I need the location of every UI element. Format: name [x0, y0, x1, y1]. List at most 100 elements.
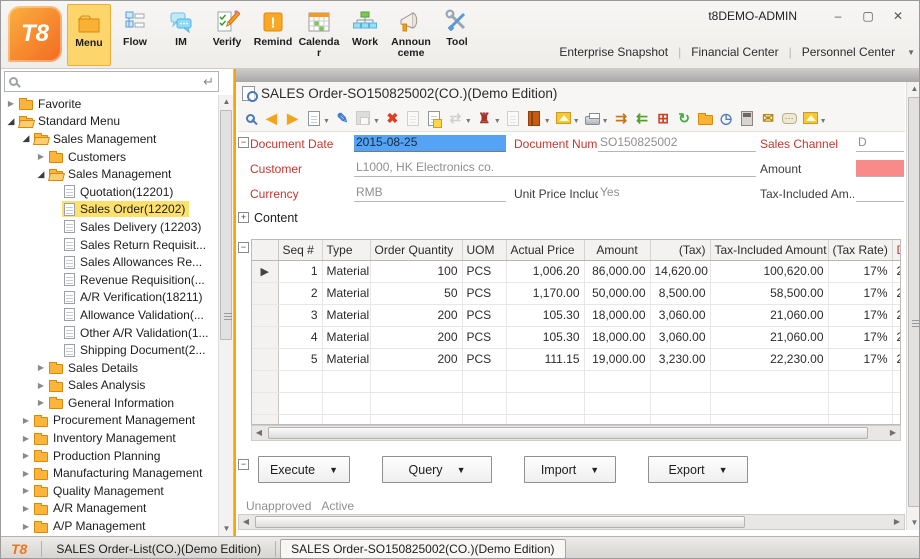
tree-expander-icon[interactable]: ▶	[35, 363, 47, 372]
tree-expander-icon[interactable]: ▶	[35, 152, 47, 161]
tree-item-sales-details[interactable]: ▶Sales Details	[1, 359, 218, 377]
grid-cell[interactable]: 21,060.00	[710, 304, 828, 326]
grid-cell[interactable]: 3,230.00	[650, 348, 710, 370]
grid-cell[interactable]: 22,230.00	[710, 348, 828, 370]
grid-cell[interactable]: PCS	[462, 304, 506, 326]
new-document-icon[interactable]	[304, 109, 323, 128]
taskbar-tab-2[interactable]: SALES Order-SO150825002(CO.)(Demo Editio…	[280, 539, 565, 559]
tree-item-production-planning[interactable]: ▶Production Planning	[1, 447, 218, 465]
tree-expander-icon[interactable]: ▶	[20, 522, 32, 531]
print-icon-dropdown[interactable]: ▼	[602, 118, 609, 125]
export-image-icon[interactable]	[554, 109, 573, 128]
flow-chart-icon[interactable]: ⊞	[654, 109, 673, 128]
report-icon[interactable]	[801, 109, 820, 128]
tree-item-a-p-management[interactable]: ▶A/P Management	[1, 517, 218, 535]
grid-cell[interactable]: 2	[892, 282, 901, 304]
quick-link-personnel-center[interactable]: Personnel Center	[792, 45, 905, 59]
tree-expander-icon[interactable]: ▶	[20, 434, 32, 443]
copy-forward-icon[interactable]: ⇉	[612, 109, 631, 128]
grid-data-row[interactable]: ▶1Material100PCS1,006.2086,000.0014,620.…	[252, 260, 901, 282]
forward-icon[interactable]: ▶	[283, 109, 302, 128]
ribbon-button-announceme[interactable]: Announceme	[389, 4, 433, 66]
grid-column-header[interactable]: (Tax)	[650, 240, 710, 260]
ribbon-button-remind[interactable]: !Remind	[251, 4, 295, 66]
grid-cell[interactable]: 1,170.00	[506, 282, 584, 304]
tree-item-sales-return-requisit[interactable]: Sales Return Requisit...	[1, 236, 218, 254]
tree-item-shipping-document-2[interactable]: Shipping Document(2...	[1, 341, 218, 359]
preview-icon[interactable]	[241, 109, 260, 128]
grid-cell[interactable]: Material	[322, 282, 370, 304]
grid-cell[interactable]: Material	[322, 260, 370, 282]
grid-cell[interactable]: 8,500.00	[650, 282, 710, 304]
grid-cell[interactable]: 86,000.00	[584, 260, 650, 282]
search-enter-icon[interactable]: ↵	[203, 74, 214, 90]
grid-cell[interactable]: 17%	[828, 260, 892, 282]
tree-item-sales-delivery-12203[interactable]: Sales Delivery (12203)	[1, 218, 218, 236]
grid-horizontal-scrollbar[interactable]: ◀ ▶	[251, 425, 901, 441]
grid-cell[interactable]: 50,000.00	[584, 282, 650, 304]
ribbon-button-flow[interactable]: Flow	[113, 4, 157, 66]
grid-cell[interactable]: Material	[322, 326, 370, 348]
tree-item-favorite[interactable]: ▶Favorite	[1, 95, 218, 113]
grid-cell[interactable]: 2	[892, 348, 901, 370]
collapse-grid-icon[interactable]: −	[238, 242, 249, 253]
tree-item-standard-menu[interactable]: ◢Standard Menu	[1, 113, 218, 131]
tree-item-sales-analysis[interactable]: ▶Sales Analysis	[1, 377, 218, 395]
grid-data-row[interactable]: 3Material200PCS105.3018,000.003,060.0021…	[252, 304, 901, 326]
grid-data-row[interactable]: 2Material50PCS1,170.0050,000.008,500.005…	[252, 282, 901, 304]
copy-back-icon[interactable]: ⇇	[633, 109, 652, 128]
grid-cell[interactable]: 5	[278, 348, 322, 370]
grid-cell[interactable]: 200	[370, 304, 462, 326]
sidebar-scrollbar[interactable]: ▲ ▼	[218, 95, 233, 536]
grid-cell[interactable]: Material	[322, 348, 370, 370]
field-value-customer[interactable]: L1000, HK Electronics co.	[354, 160, 756, 177]
grid-cell[interactable]: 4	[278, 326, 322, 348]
grid-cell[interactable]: 200	[370, 326, 462, 348]
refresh-icon[interactable]: ↻	[675, 109, 694, 128]
field-value-amount[interactable]	[856, 160, 904, 177]
tree-item-revenue-requisition[interactable]: Revenue Requisition(...	[1, 271, 218, 289]
grid-cell[interactable]: 105.30	[506, 304, 584, 326]
collapse-header-icon[interactable]: −	[238, 137, 249, 148]
tree-item-a-r-management[interactable]: ▶A/R Management	[1, 500, 218, 518]
grid-cell[interactable]: 2	[892, 304, 901, 326]
tree-expander-icon[interactable]: ▶	[20, 416, 32, 425]
t8-app-logo[interactable]: T8	[8, 6, 62, 62]
export-dropdown-icon[interactable]: ▼	[719, 465, 728, 475]
import-dropdown-icon[interactable]: ▼	[590, 465, 599, 475]
tree-expander-icon[interactable]: ▶	[20, 451, 32, 460]
tree-expander-icon[interactable]: ▶	[35, 381, 47, 390]
grid-cell[interactable]: 100,620.00	[710, 260, 828, 282]
tree-item-sales-management[interactable]: ◢Sales Management	[1, 165, 218, 183]
tree-item-manufacturing-management[interactable]: ▶Manufacturing Management	[1, 464, 218, 482]
ribbon-button-menu[interactable]: Menu	[67, 4, 111, 66]
tree-expander-icon[interactable]: ▶	[20, 486, 32, 495]
archive-book-icon[interactable]	[525, 109, 544, 128]
grid-cell[interactable]: 1,006.20	[506, 260, 584, 282]
grid-cell[interactable]: 2	[278, 282, 322, 304]
message-icon[interactable]: ⋯	[780, 109, 799, 128]
tree-item-sales-allowances-re[interactable]: Sales Allowances Re...	[1, 253, 218, 271]
stamp-approve-icon[interactable]: ♜	[475, 109, 494, 128]
field-value-currency[interactable]: RMB	[354, 185, 506, 202]
import-button[interactable]: Import▼	[524, 456, 616, 483]
panel-vertical-scrollbar[interactable]: ▲ ▼	[906, 82, 920, 530]
taskbar-tab-1[interactable]: SALES Order-List(CO.)(Demo Edition)	[46, 540, 271, 558]
close-button[interactable]: ✕	[883, 9, 913, 23]
execute-dropdown-icon[interactable]: ▼	[329, 465, 338, 475]
grid-cell[interactable]: 111.15	[506, 348, 584, 370]
maximize-button[interactable]: ▢	[853, 9, 883, 23]
field-value-sales-channel[interactable]: D	[856, 135, 904, 152]
tree-item-quotation-12201[interactable]: Quotation(12201)	[1, 183, 218, 201]
tree-expander-icon[interactable]: ◢	[35, 169, 47, 180]
ribbon-button-verify[interactable]: Verify	[205, 4, 249, 66]
menu-search-input[interactable]	[18, 74, 203, 90]
ribbon-button-tool[interactable]: Tool	[435, 4, 479, 66]
new-document-icon-dropdown[interactable]: ▼	[323, 118, 330, 125]
tree-item-allowance-validation[interactable]: Allowance Validation(...	[1, 306, 218, 324]
grid-cell[interactable]: 18,000.00	[584, 304, 650, 326]
export-image-icon-dropdown[interactable]: ▼	[573, 118, 580, 125]
grid-data-row[interactable]: 4Material200PCS105.3018,000.003,060.0021…	[252, 326, 901, 348]
tree-item-general-information[interactable]: ▶General Information	[1, 394, 218, 412]
report-icon-dropdown[interactable]: ▼	[820, 118, 827, 125]
